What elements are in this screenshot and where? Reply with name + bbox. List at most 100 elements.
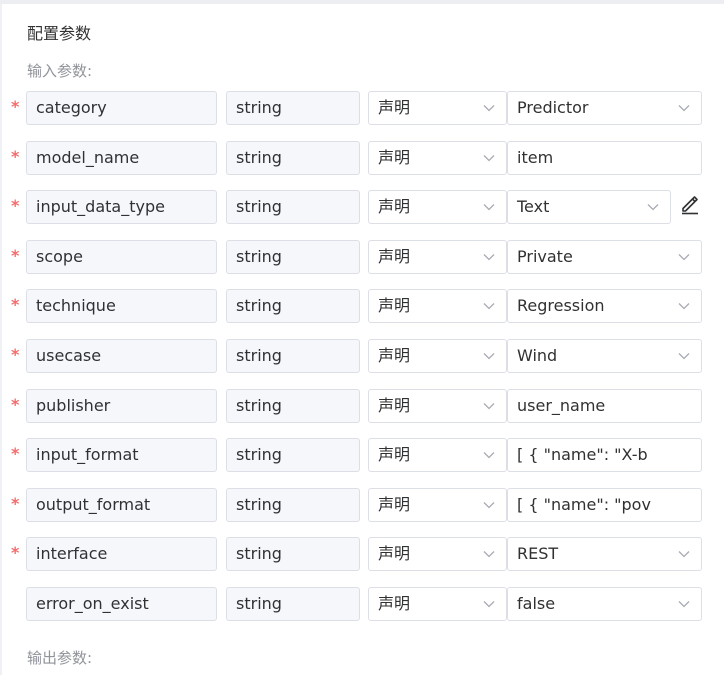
chevron-down-icon [677,597,691,611]
chevron-down-icon [677,349,691,363]
param-declare-select[interactable]: 声明 [368,587,507,621]
param-type-field[interactable]: string [226,339,360,373]
param-name-field[interactable]: scope [26,240,217,274]
param-value-select[interactable]: Text [507,190,671,224]
required-mark: * [11,97,20,116]
required-mark: * [11,246,20,265]
param-value: item [517,148,554,167]
required-mark: * [11,444,20,463]
param-type-field[interactable]: string [226,587,360,621]
param-value-input[interactable]: [ { "name": "pov [507,488,702,522]
param-declare-value: 声明 [378,148,411,167]
param-value-select[interactable]: REST [507,537,702,571]
param-row: * input_format string 声明 [ { "name": "X-b [0,438,724,472]
param-value-select[interactable]: Wind [507,339,702,373]
param-declare-value: 声明 [378,495,411,514]
param-row: * category string 声明 Predictor [0,91,724,125]
param-value: Predictor [517,98,589,117]
param-declare-select[interactable]: 声明 [368,438,507,472]
required-mark: * [11,494,20,513]
param-value-select[interactable]: false [507,587,702,621]
chevron-down-icon [482,200,496,214]
param-value: Text [517,197,550,216]
param-declare-select[interactable]: 声明 [368,389,507,423]
param-type-field[interactable]: string [226,190,360,224]
required-mark: * [11,147,20,166]
param-declare-value: 声明 [378,544,411,563]
param-value-input[interactable]: [ { "name": "X-b [507,438,702,472]
param-value: false [517,594,556,613]
input-params-label: 输入参数: [27,62,93,80]
param-row: * usecase string 声明 Wind [0,339,724,373]
param-declare-select[interactable]: 声明 [368,289,507,323]
chevron-down-icon [482,101,496,115]
param-declare-select[interactable]: 声明 [368,339,507,373]
required-mark: * [11,196,20,215]
param-declare-select[interactable]: 声明 [368,240,507,274]
param-name-field[interactable]: publisher [26,389,217,423]
top-divider [0,0,724,4]
param-type-field[interactable]: string [226,488,360,522]
required-mark: * [11,295,20,314]
param-value-select[interactable]: Regression [507,289,702,323]
chevron-down-icon [482,299,496,313]
chevron-down-icon [482,448,496,462]
param-declare-value: 声明 [378,346,411,365]
param-row: * model_name string 声明 item [0,141,724,175]
param-value: [ { "name": "X-b [517,445,648,464]
param-name-field[interactable]: output_format [26,488,217,522]
param-row: * input_data_type string 声明 Text [0,190,724,224]
param-row: * technique string 声明 Regression [0,289,724,323]
section-title: 配置参数 [27,24,92,43]
param-value-input[interactable]: user_name [507,389,702,423]
chevron-down-icon [677,101,691,115]
param-value-select[interactable]: Predictor [507,91,702,125]
chevron-down-icon [646,200,660,214]
chevron-down-icon [677,547,691,561]
param-value: user_name [517,396,606,415]
param-row: * publisher string 声明 user_name [0,389,724,423]
param-name-field[interactable]: category [26,91,217,125]
chevron-down-icon [482,399,496,413]
param-name-field[interactable]: error_on_exist [26,587,217,621]
param-declare-value: 声明 [378,396,411,415]
param-type-field[interactable]: string [226,91,360,125]
param-type-field[interactable]: string [226,537,360,571]
param-declare-value: 声明 [378,98,411,117]
chevron-down-icon [482,597,496,611]
param-declare-value: 声明 [378,247,411,266]
param-declare-select[interactable]: 声明 [368,537,507,571]
param-declare-select[interactable]: 声明 [368,190,507,224]
param-declare-select[interactable]: 声明 [368,488,507,522]
param-name-field[interactable]: usecase [26,339,217,373]
chevron-down-icon [482,498,496,512]
chevron-down-icon [677,250,691,264]
param-name-field[interactable]: model_name [26,141,217,175]
required-mark: * [11,543,20,562]
param-value: Private [517,247,573,266]
param-row: * interface string 声明 REST [0,537,724,571]
pencil-icon[interactable] [679,193,701,215]
param-type-field[interactable]: string [226,289,360,323]
param-type-field[interactable]: string [226,240,360,274]
chevron-down-icon [482,151,496,165]
param-declare-value: 声明 [378,296,411,315]
chevron-down-icon [482,250,496,264]
param-name-field[interactable]: input_data_type [26,190,217,224]
required-mark: * [11,395,20,414]
param-name-field[interactable]: interface [26,537,217,571]
param-value-input[interactable]: item [507,141,702,175]
param-type-field[interactable]: string [226,141,360,175]
output-params-label: 输出参数: [27,649,93,667]
param-value: Wind [517,346,558,365]
param-value-select[interactable]: Private [507,240,702,274]
chevron-down-icon [482,547,496,561]
param-declare-value: 声明 [378,594,411,613]
param-type-field[interactable]: string [226,389,360,423]
param-declare-select[interactable]: 声明 [368,91,507,125]
param-name-field[interactable]: technique [26,289,217,323]
param-declare-select[interactable]: 声明 [368,141,507,175]
param-type-field[interactable]: string [226,438,360,472]
param-name-field[interactable]: input_format [26,438,217,472]
chevron-down-icon [677,299,691,313]
